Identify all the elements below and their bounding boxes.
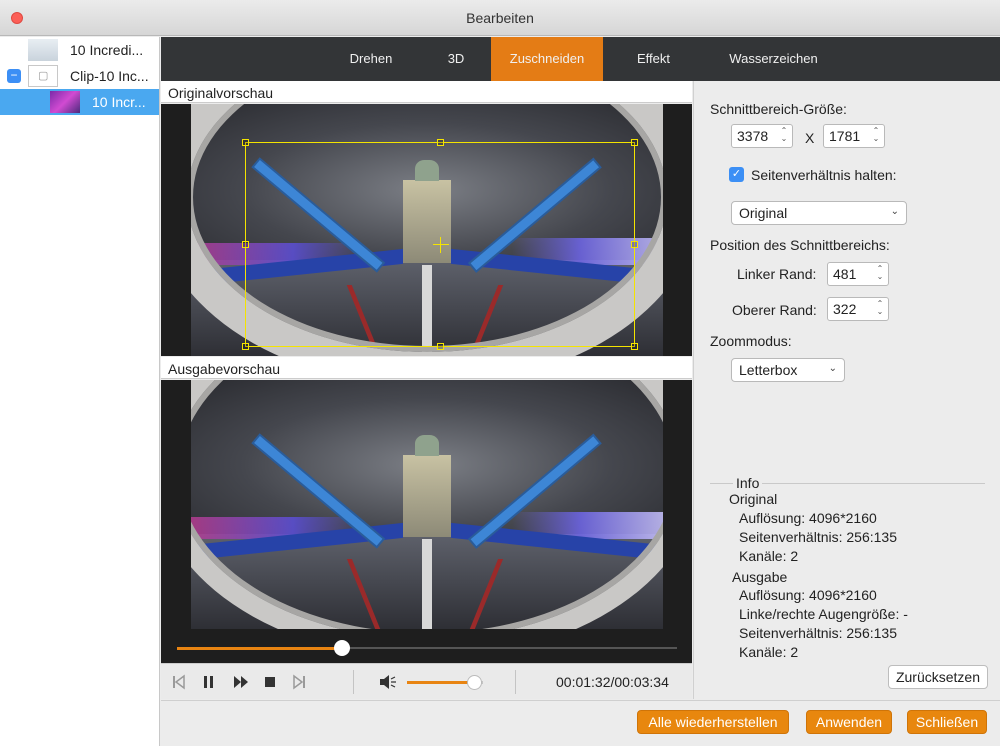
crop-handle[interactable]: [631, 139, 638, 146]
original-preview-label: Originalvorschau: [161, 81, 692, 103]
output-preview-label: Ausgabevorschau: [161, 357, 692, 379]
tab-bar: Drehen 3D Zuschneiden Effekt Wasserzeich…: [161, 37, 1000, 81]
subclip-thumbnail: [50, 91, 80, 113]
sidebar-item-label: Clip-10 Inc...: [70, 68, 149, 84]
chevron-down-icon: ⌄: [890, 206, 899, 217]
clip-thumbnail: ▢: [28, 65, 58, 87]
chevron-down-icon: ⌄: [828, 363, 837, 374]
keep-ratio-label: Seitenverhältnis halten:: [751, 167, 897, 183]
speaker-icon[interactable]: [379, 674, 397, 690]
pause-icon[interactable]: [203, 674, 215, 690]
crop-position-label: Position des Schnittbereichs:: [710, 237, 890, 253]
left-margin-value: 481: [833, 266, 857, 282]
info-original-channels: Kanäle: 2: [739, 548, 799, 564]
seek-progress: [177, 647, 342, 650]
skip-back-icon[interactable]: [173, 674, 185, 690]
top-margin-field[interactable]: 322 ⌃ ⌄: [827, 297, 889, 321]
zoom-mode-value: Letterbox: [739, 362, 798, 378]
crop-handle[interactable]: [242, 241, 249, 248]
sidebar-item-label: 10 Incredi...: [70, 42, 144, 58]
apply-button[interactable]: Anwenden: [806, 710, 892, 734]
left-margin-label: Linker Rand:: [737, 266, 817, 282]
crop-center-icon: [433, 244, 449, 245]
seek-bar[interactable]: [161, 631, 692, 663]
collapse-icon[interactable]: −: [7, 69, 21, 83]
crop-handle[interactable]: [631, 343, 638, 350]
tab-zuschneiden[interactable]: Zuschneiden: [491, 37, 603, 81]
stop-icon[interactable]: [264, 674, 276, 690]
stepper-icon[interactable]: ⌃ ⌄: [875, 300, 885, 318]
sidebar: 10 Incredi... − ▢ Clip-10 Inc... 10 Incr…: [0, 37, 160, 746]
info-output-eye: Linke/rechte Augengröße: -: [739, 606, 908, 622]
close-button[interactable]: Schließen: [907, 710, 987, 734]
crop-settings-panel: Schnittbereich-Größe: 3378 ⌃ ⌄ X 1781 ⌃ ⌄ …: [693, 81, 1000, 699]
volume-level: [407, 681, 474, 684]
crop-handle[interactable]: [437, 139, 444, 146]
top-margin-label: Oberer Rand:: [732, 302, 817, 318]
skip-forward-icon[interactable]: [293, 674, 305, 690]
timecode: 00:01:32/00:03:34: [556, 674, 669, 690]
stepper-icon[interactable]: ⌃ ⌄: [875, 265, 885, 283]
seek-handle[interactable]: [334, 640, 350, 656]
tab-wasserzeichen[interactable]: Wasserzeichen: [706, 37, 841, 81]
window-title: Bearbeiten: [466, 10, 534, 26]
crop-center-icon: [440, 237, 441, 253]
footer-bar: Alle wiederherstellen Anwenden Schließen: [161, 700, 1000, 746]
keep-ratio-checkbox[interactable]: ✓: [729, 167, 744, 182]
left-margin-field[interactable]: 481 ⌃ ⌄: [827, 262, 889, 286]
sidebar-item-label: 10 Incr...: [92, 94, 146, 110]
fast-forward-icon[interactable]: [233, 674, 249, 690]
original-preview: [161, 104, 692, 356]
reset-button[interactable]: Zurücksetzen: [888, 665, 988, 689]
crop-frame[interactable]: [242, 139, 638, 350]
sidebar-item-video[interactable]: 10 Incredi...: [0, 37, 159, 63]
crop-handle[interactable]: [242, 139, 249, 146]
output-preview: [161, 380, 692, 631]
info-original-ratio: Seitenverhältnis: 256:135: [739, 529, 897, 545]
crop-height-field[interactable]: 1781 ⌃ ⌄: [823, 124, 885, 148]
tab-3d[interactable]: 3D: [431, 37, 481, 81]
stepper-icon[interactable]: ⌃ ⌄: [779, 127, 789, 145]
tab-drehen[interactable]: Drehen: [331, 37, 411, 81]
top-margin-value: 322: [833, 301, 857, 317]
crop-height-value: 1781: [829, 128, 861, 144]
sidebar-item-clip[interactable]: − ▢ Clip-10 Inc...: [0, 63, 159, 89]
info-original-title: Original: [729, 491, 778, 507]
crop-size-label: Schnittbereich-Größe:: [710, 101, 847, 117]
aspect-ratio-select[interactable]: Original ⌄: [731, 201, 907, 225]
crop-width-value: 3378: [737, 128, 769, 144]
volume-slider[interactable]: [407, 675, 483, 690]
stepper-icon[interactable]: ⌃ ⌄: [871, 127, 881, 145]
info-original-resolution: Auflösung: 4096*2160: [739, 510, 877, 526]
info-output-channels: Kanäle: 2: [739, 644, 799, 660]
crop-handle[interactable]: [437, 343, 444, 350]
volume-handle[interactable]: [466, 675, 482, 690]
info-output-resolution: Auflösung: 4096*2160: [739, 587, 877, 603]
info-output-ratio: Seitenverhältnis: 256:135: [739, 625, 897, 641]
crop-handle[interactable]: [242, 343, 249, 350]
crop-handle[interactable]: [631, 241, 638, 248]
info-title: Info: [733, 475, 763, 491]
aspect-ratio-value: Original: [739, 205, 788, 221]
video-thumbnail: [28, 39, 58, 61]
zoom-mode-label: Zoommodus:: [710, 333, 792, 349]
zoom-mode-select[interactable]: Letterbox ⌄: [731, 358, 845, 382]
restore-all-button[interactable]: Alle wiederherstellen: [637, 710, 789, 734]
title-bar: Bearbeiten: [0, 0, 1000, 36]
info-output-title: Ausgabe: [732, 569, 788, 585]
size-separator: X: [805, 130, 815, 146]
crop-width-field[interactable]: 3378 ⌃ ⌄: [731, 124, 793, 148]
tab-effekt[interactable]: Effekt: [616, 37, 691, 81]
player-controls: 00:01:32/00:03:34: [161, 663, 692, 699]
sidebar-item-subclip[interactable]: 10 Incr...: [0, 89, 159, 115]
output-preview-image: [191, 380, 663, 629]
